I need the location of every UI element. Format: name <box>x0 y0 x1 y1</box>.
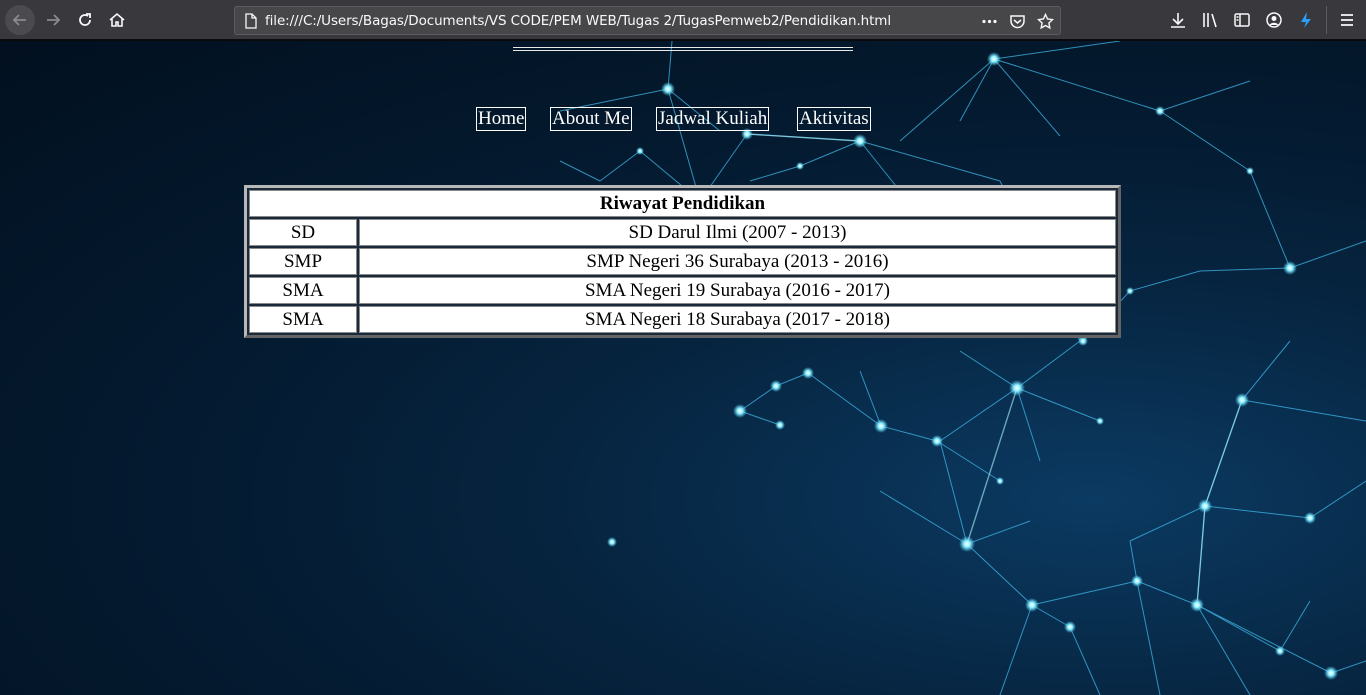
account-icon[interactable] <box>1265 11 1283 29</box>
school-cell: SD Darul Ilmi (2007 - 2013) <box>359 219 1116 246</box>
school-cell: SMP Negeri 36 Surabaya (2013 - 2016) <box>359 248 1116 275</box>
horizontal-rule <box>513 47 853 51</box>
toolbar-separator <box>1326 6 1327 34</box>
sidebar-icon[interactable] <box>1233 11 1251 29</box>
nav-jadwal-kuliah-link[interactable]: Jadwal Kuliah <box>656 107 770 131</box>
extension-icon[interactable] <box>1297 11 1315 29</box>
level-cell: SMA <box>249 306 357 333</box>
table-header-row: Riwayat Pendidikan <box>249 190 1116 217</box>
school-cell: SMA Negeri 18 Surabaya (2017 - 2018) <box>359 306 1116 333</box>
pocket-icon[interactable] <box>1009 13 1026 30</box>
back-button[interactable] <box>5 5 35 35</box>
table-row: SMA SMA Negeri 18 Surabaya (2017 - 2018) <box>249 306 1116 333</box>
level-cell: SMA <box>249 277 357 304</box>
nav-home-link[interactable]: Home <box>476 107 527 131</box>
network-background-image <box>559 41 1366 695</box>
main-nav: Home About Me Jadwal Kuliah Aktivitas <box>0 107 1366 132</box>
table-row: SMP SMP Negeri 36 Surabaya (2013 - 2016) <box>249 248 1116 275</box>
back-icon <box>12 14 26 26</box>
school-cell: SMA Negeri 19 Surabaya (2016 - 2017) <box>359 277 1116 304</box>
download-icon[interactable] <box>1169 11 1187 29</box>
reload-icon <box>79 13 91 26</box>
page-viewport: Home About Me Jadwal Kuliah Aktivitas Ri… <box>0 41 1366 695</box>
home-icon <box>109 12 125 27</box>
nav-about-me-link[interactable]: About Me <box>550 107 632 131</box>
table-row: SMA SMA Negeri 19 Surabaya (2016 - 2017) <box>249 277 1116 304</box>
page-icon <box>245 13 257 29</box>
level-cell: SMP <box>249 248 357 275</box>
forward-icon <box>47 14 61 26</box>
bookmark-star-icon[interactable] <box>1037 13 1054 30</box>
library-icon[interactable] <box>1201 11 1219 29</box>
table-heading: Riwayat Pendidikan <box>249 190 1116 217</box>
url-bar[interactable]: file:///C:/Users/Bagas/Documents/VS CODE… <box>234 6 1061 35</box>
more-actions-icon[interactable] <box>981 13 998 30</box>
table-row: SD SD Darul Ilmi (2007 - 2013) <box>249 219 1116 246</box>
level-cell: SD <box>249 219 357 246</box>
reload-button[interactable] <box>70 5 100 35</box>
browser-toolbar: file:///C:/Users/Bagas/Documents/VS CODE… <box>0 0 1366 40</box>
menu-icon[interactable] <box>1338 11 1356 29</box>
nav-aktivitas-link[interactable]: Aktivitas <box>797 107 871 131</box>
home-button[interactable] <box>102 5 132 35</box>
forward-button[interactable] <box>38 5 68 35</box>
education-table: Riwayat Pendidikan SD SD Darul Ilmi (200… <box>244 185 1121 338</box>
url-text[interactable]: file:///C:/Users/Bagas/Documents/VS CODE… <box>265 13 891 29</box>
